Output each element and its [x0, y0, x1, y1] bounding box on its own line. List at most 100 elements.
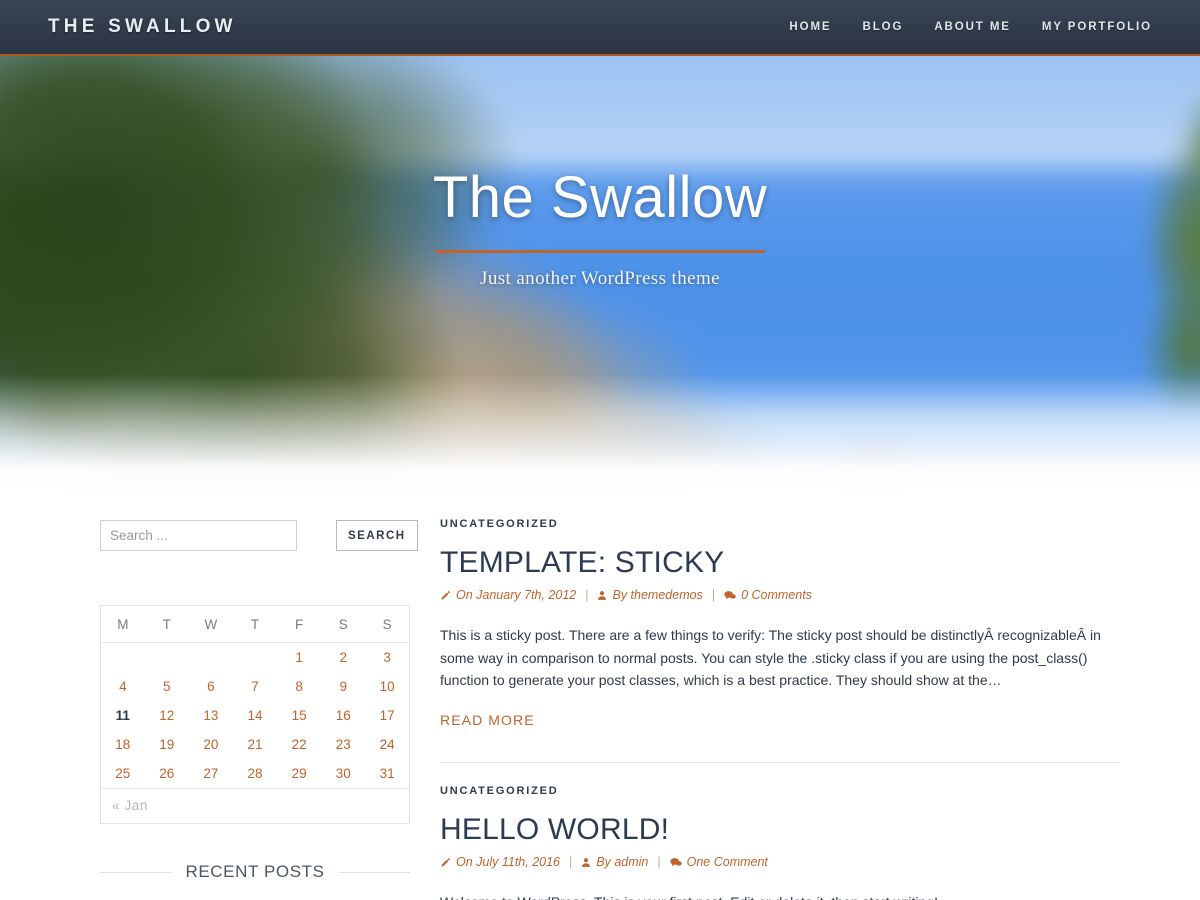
calendar-week-row: 4 5 6 7 8 9 10: [101, 672, 410, 701]
user-icon: [597, 590, 607, 601]
calendar-day[interactable]: 27: [189, 759, 233, 789]
post-comments-text[interactable]: One Comment: [687, 855, 768, 869]
recent-posts-heading: RECENT POSTS: [100, 862, 411, 882]
hero-banner: The Swallow Just another WordPress theme: [0, 56, 1200, 494]
meta-separator: |: [585, 588, 589, 602]
nav-item-my-portfolio[interactable]: MY PORTFOLIO: [1042, 21, 1152, 33]
content-wrapper: SEARCH M T W T F S S: [0, 494, 1200, 900]
search-widget: SEARCH: [100, 520, 418, 551]
nav-item-home[interactable]: HOME: [789, 21, 831, 33]
hero-bottom-fade: [0, 374, 1200, 494]
calendar-day: [145, 643, 189, 673]
calendar-weekday-thu: T: [232, 605, 278, 643]
calendar-day[interactable]: 3: [365, 643, 409, 673]
comment-bubble-icon: [724, 590, 736, 601]
calendar-day[interactable]: 24: [365, 730, 409, 759]
calendar-day[interactable]: 15: [277, 701, 321, 730]
calendar-body: 1 2 3 4 5 6 7 8 9 10 11 12 13 14 15 16 1…: [101, 643, 410, 789]
calendar-header-row: M T W T F S S: [100, 605, 410, 643]
calendar-day[interactable]: 14: [233, 701, 277, 730]
site-title[interactable]: THE SWALLOW: [48, 16, 237, 38]
post-author: By admin: [581, 855, 648, 869]
calendar-day[interactable]: 30: [321, 759, 365, 789]
pencil-icon: [440, 590, 451, 601]
post-author-text[interactable]: By admin: [596, 855, 648, 869]
heading-rule-right: [338, 871, 411, 873]
calendar-day[interactable]: 12: [145, 701, 189, 730]
calendar-day[interactable]: 23: [321, 730, 365, 759]
main-content: UNCATEGORIZED TEMPLATE: STICKY On Januar…: [440, 494, 1120, 900]
calendar-widget: M T W T F S S 1 2 3 4 5 6 7 8 9 10 11 12…: [100, 605, 410, 824]
post-title[interactable]: HELLO WORLD!: [440, 813, 1120, 846]
calendar-week-row: 18 19 20 21 22 23 24: [101, 730, 410, 759]
calendar-week-row: 25 26 27 28 29 30 31: [101, 759, 410, 789]
post-item: UNCATEGORIZED HELLO WORLD! On July 11th,…: [440, 785, 1120, 900]
post-comments: 0 Comments: [724, 588, 812, 602]
calendar-day[interactable]: 25: [101, 759, 145, 789]
post-comments-text[interactable]: 0 Comments: [741, 588, 812, 602]
post-date-text: On January 7th, 2012: [456, 588, 577, 602]
search-input[interactable]: [100, 520, 297, 551]
hero-tagline: Just another WordPress theme: [480, 267, 720, 289]
post-date: On July 11th, 2016: [440, 855, 560, 869]
heading-rule-left: [100, 871, 172, 873]
calendar-day[interactable]: 18: [101, 730, 145, 759]
sidebar: SEARCH M T W T F S S: [100, 494, 418, 900]
post-category[interactable]: UNCATEGORIZED: [440, 518, 1120, 530]
post-category[interactable]: UNCATEGORIZED: [440, 785, 1120, 797]
calendar-weekday-tue: T: [144, 605, 189, 643]
post-date: On January 7th, 2012: [440, 588, 576, 602]
post-excerpt: Welcome to WordPress. This is your first…: [440, 891, 1108, 900]
hero-divider-rule: [435, 249, 765, 253]
hero-title: The Swallow: [432, 165, 768, 230]
calendar-day-today[interactable]: 11: [101, 701, 145, 730]
calendar-day[interactable]: 29: [277, 759, 321, 789]
meta-separator: |: [711, 588, 716, 602]
post-meta: On July 11th, 2016 | By admin | One Comm…: [440, 855, 1120, 869]
post-title[interactable]: TEMPLATE: STICKY: [440, 546, 1120, 579]
pencil-icon: [440, 857, 451, 868]
read-more-link[interactable]: READ MORE: [440, 712, 535, 728]
calendar-day[interactable]: 26: [145, 759, 189, 789]
calendar-week-row: 1 2 3: [101, 643, 410, 673]
search-button[interactable]: SEARCH: [336, 520, 418, 551]
user-icon: [581, 857, 591, 868]
calendar-day[interactable]: 1: [277, 643, 321, 673]
calendar-day[interactable]: 22: [277, 730, 321, 759]
calendar-day[interactable]: 20: [189, 730, 233, 759]
calendar-day[interactable]: 10: [365, 672, 409, 701]
calendar-day[interactable]: 31: [365, 759, 409, 789]
comment-bubble-icon: [669, 857, 682, 868]
calendar-day[interactable]: 2: [321, 643, 365, 673]
nav-item-about-me[interactable]: ABOUT ME: [934, 21, 1011, 33]
site-header: THE SWALLOW HOME BLOG ABOUT ME MY PORTFO…: [0, 0, 1200, 56]
calendar-day[interactable]: 6: [189, 672, 233, 701]
calendar-day[interactable]: 21: [233, 730, 277, 759]
main-navigation: HOME BLOG ABOUT ME MY PORTFOLIO: [789, 21, 1152, 33]
calendar-day[interactable]: 28: [233, 759, 277, 789]
calendar-prev-month-link[interactable]: « Jan: [100, 789, 410, 824]
calendar-day[interactable]: 16: [321, 701, 365, 730]
nav-item-blog[interactable]: BLOG: [863, 21, 904, 33]
calendar-day[interactable]: 17: [365, 701, 409, 730]
calendar-day[interactable]: 9: [321, 672, 365, 701]
calendar-week-row: 11 12 13 14 15 16 17: [101, 701, 410, 730]
calendar-day[interactable]: 4: [101, 672, 145, 701]
calendar-day[interactable]: 19: [145, 730, 189, 759]
post-divider: [440, 762, 1120, 764]
hero-content: The Swallow Just another WordPress theme: [0, 165, 1200, 290]
calendar-weekday-fri: F: [277, 605, 322, 643]
post-excerpt: This is a sticky post. There are a few t…: [440, 627, 1101, 689]
calendar-day[interactable]: 5: [145, 672, 189, 701]
meta-separator: |: [657, 855, 661, 870]
post-author: By themedemos: [597, 588, 703, 602]
post-meta: On January 7th, 2012 | By themedemos | 0…: [440, 588, 1120, 602]
calendar-table: M T W T F S S 1 2 3 4 5 6 7 8 9 10 11 12…: [100, 605, 410, 789]
calendar-day: [233, 643, 277, 673]
calendar-weekday-sun: S: [365, 605, 410, 643]
post-author-text[interactable]: By themedemos: [612, 588, 702, 602]
calendar-weekday-sat: S: [321, 605, 366, 643]
calendar-day[interactable]: 13: [189, 701, 233, 730]
calendar-day[interactable]: 8: [277, 672, 321, 701]
calendar-day[interactable]: 7: [233, 672, 277, 701]
